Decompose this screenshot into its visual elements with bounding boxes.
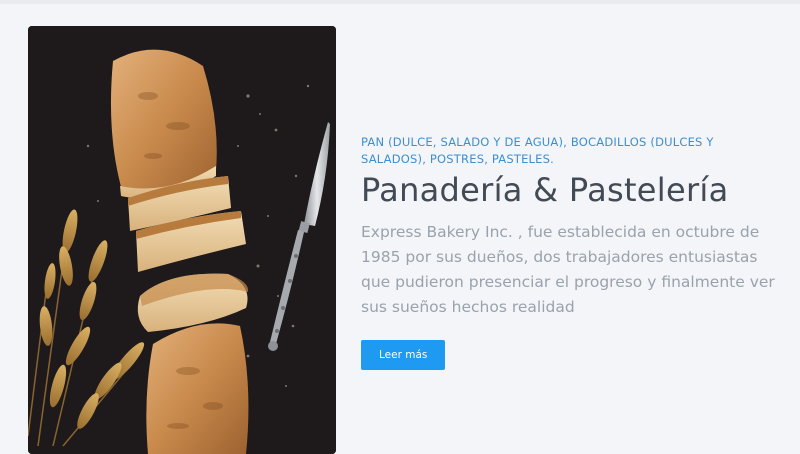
bread-photo <box>28 26 336 454</box>
hero-description: Express Bakery Inc. , fue establecida en… <box>361 223 775 316</box>
hero-content: PAN (DULCE, SALADO Y DE AGUA), BOCADILLO… <box>361 134 791 370</box>
about-section: PAN (DULCE, SALADO Y DE AGUA), BOCADILLO… <box>0 4 800 454</box>
bread-illustration <box>28 26 336 454</box>
read-more-button[interactable]: Leer más <box>361 340 446 370</box>
hero-subtitle: PAN (DULCE, SALADO Y DE AGUA), BOCADILLO… <box>361 135 714 166</box>
hero-title: Panadería & Pastelería <box>361 171 729 209</box>
